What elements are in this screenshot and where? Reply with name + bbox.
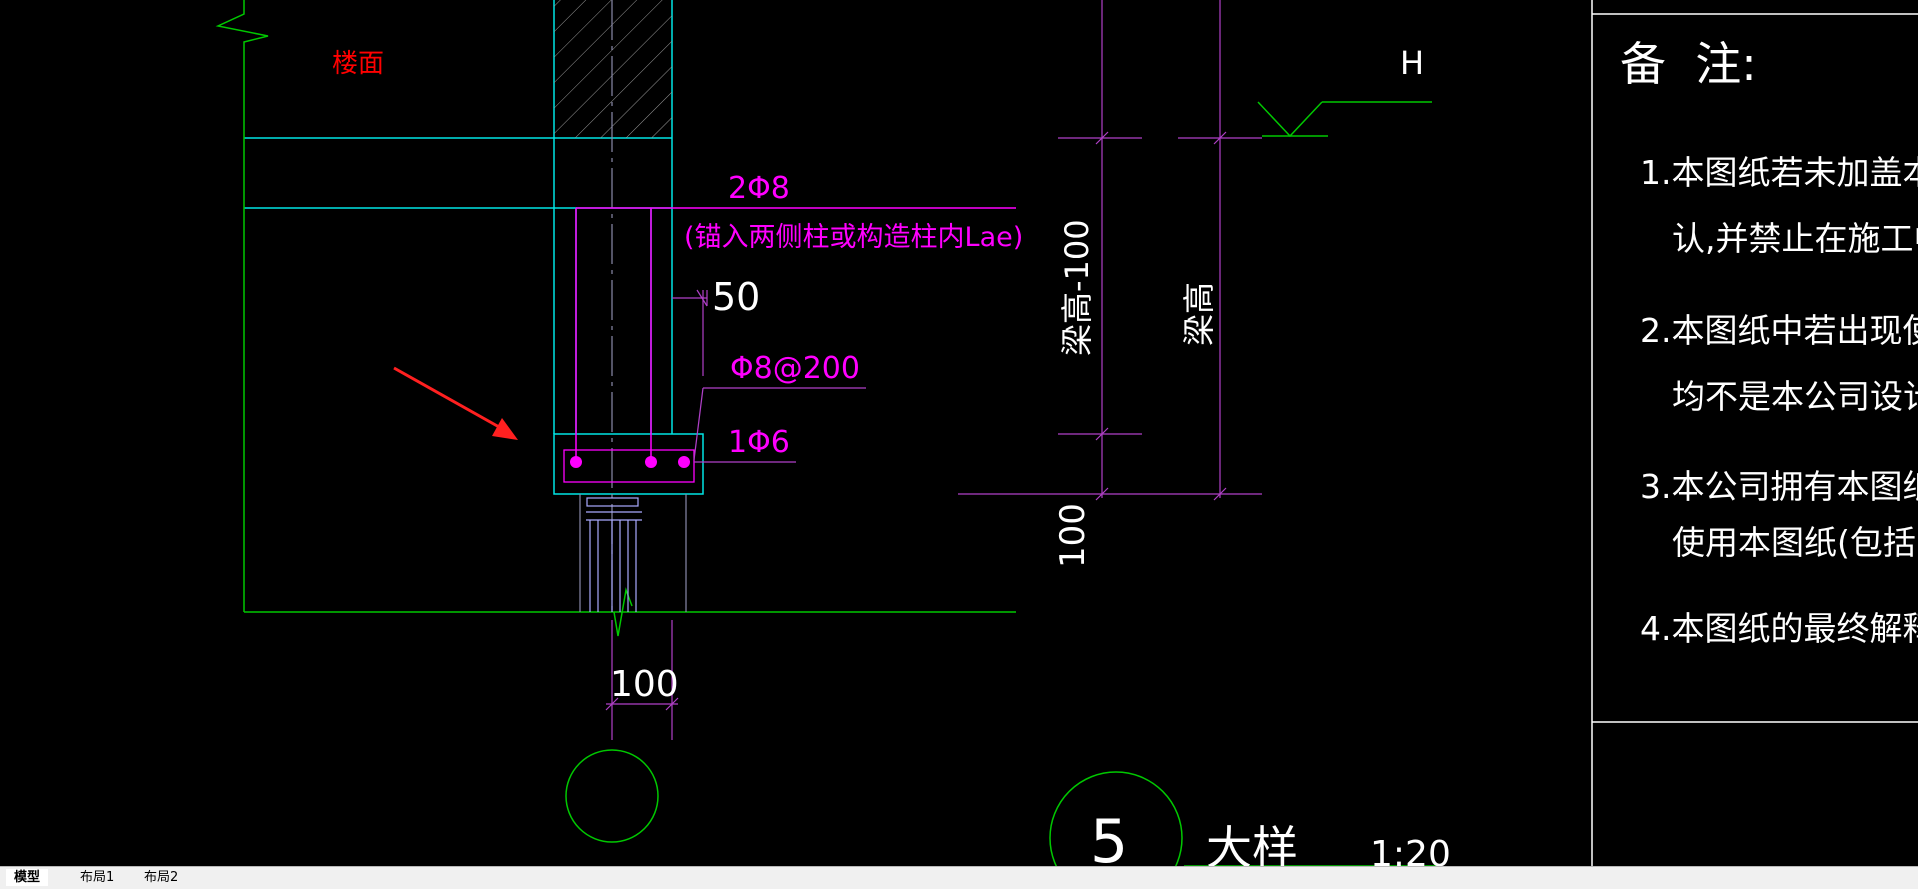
rebar-dot: [645, 456, 657, 468]
ground-outline: [215, 0, 1432, 637]
dim-50-label: 50: [712, 275, 760, 319]
dim-beam-height-minus: 梁高-100: [1058, 219, 1096, 356]
section-bubble: [565, 749, 659, 843]
rebar-dot: [570, 456, 582, 468]
note-line: 均不是本公司设计人员: [1672, 377, 1918, 416]
layout-tab-bar: 模型 布局1 布局2: [0, 866, 1918, 889]
leader-lines: [605, 0, 1262, 740]
note-line: 3.本公司拥有本图纸的法: [1640, 467, 1918, 506]
dim-100-bottom-label: 100: [610, 664, 679, 705]
dim-beam-height: 梁高: [1180, 282, 1218, 346]
detail-number: 5: [1090, 807, 1128, 866]
wall-hatch: [554, 0, 672, 138]
tab-layout-1[interactable]: 布局1: [72, 869, 122, 886]
level-mark: H: [1400, 44, 1424, 82]
red-arrow-icon: [393, 366, 518, 440]
stirrup-label: Φ8@200: [730, 351, 860, 386]
rebar-top-label: 2Φ8: [728, 171, 790, 206]
notes-title: 备 注:: [1620, 37, 1757, 91]
note-line: 2.本图纸中若出现使用笔: [1640, 311, 1918, 350]
note-line: 1.本图纸若未加盖本公司: [1640, 153, 1918, 192]
note-line: 认,并禁止在施工中使用: [1672, 219, 1918, 258]
note-line: 4.本图纸的最终解释权归: [1640, 609, 1918, 648]
cad-model-space[interactable]: 楼面 H 2Φ8 (锚入两侧柱或构造柱内Lae) 50 Φ8@200 1Φ6 1…: [0, 0, 1918, 866]
floor-label: 楼面: [332, 49, 384, 79]
rebar-anchor-note: (锚入两侧柱或构造柱内Lae): [684, 222, 1023, 253]
dim-100-side: 100: [1053, 503, 1093, 568]
note-line: 使用本图纸(包括电子文: [1672, 523, 1918, 562]
rebar-dot: [678, 456, 690, 468]
notes-panel: [1591, 0, 1918, 866]
tab-model[interactable]: 模型: [6, 869, 49, 886]
tab-layout-2[interactable]: 布局2: [136, 869, 186, 886]
detail-scale: 1:20: [1370, 834, 1451, 866]
rebar-bottom-label: 1Φ6: [728, 425, 790, 460]
detail-title: 大样: [1206, 821, 1298, 866]
